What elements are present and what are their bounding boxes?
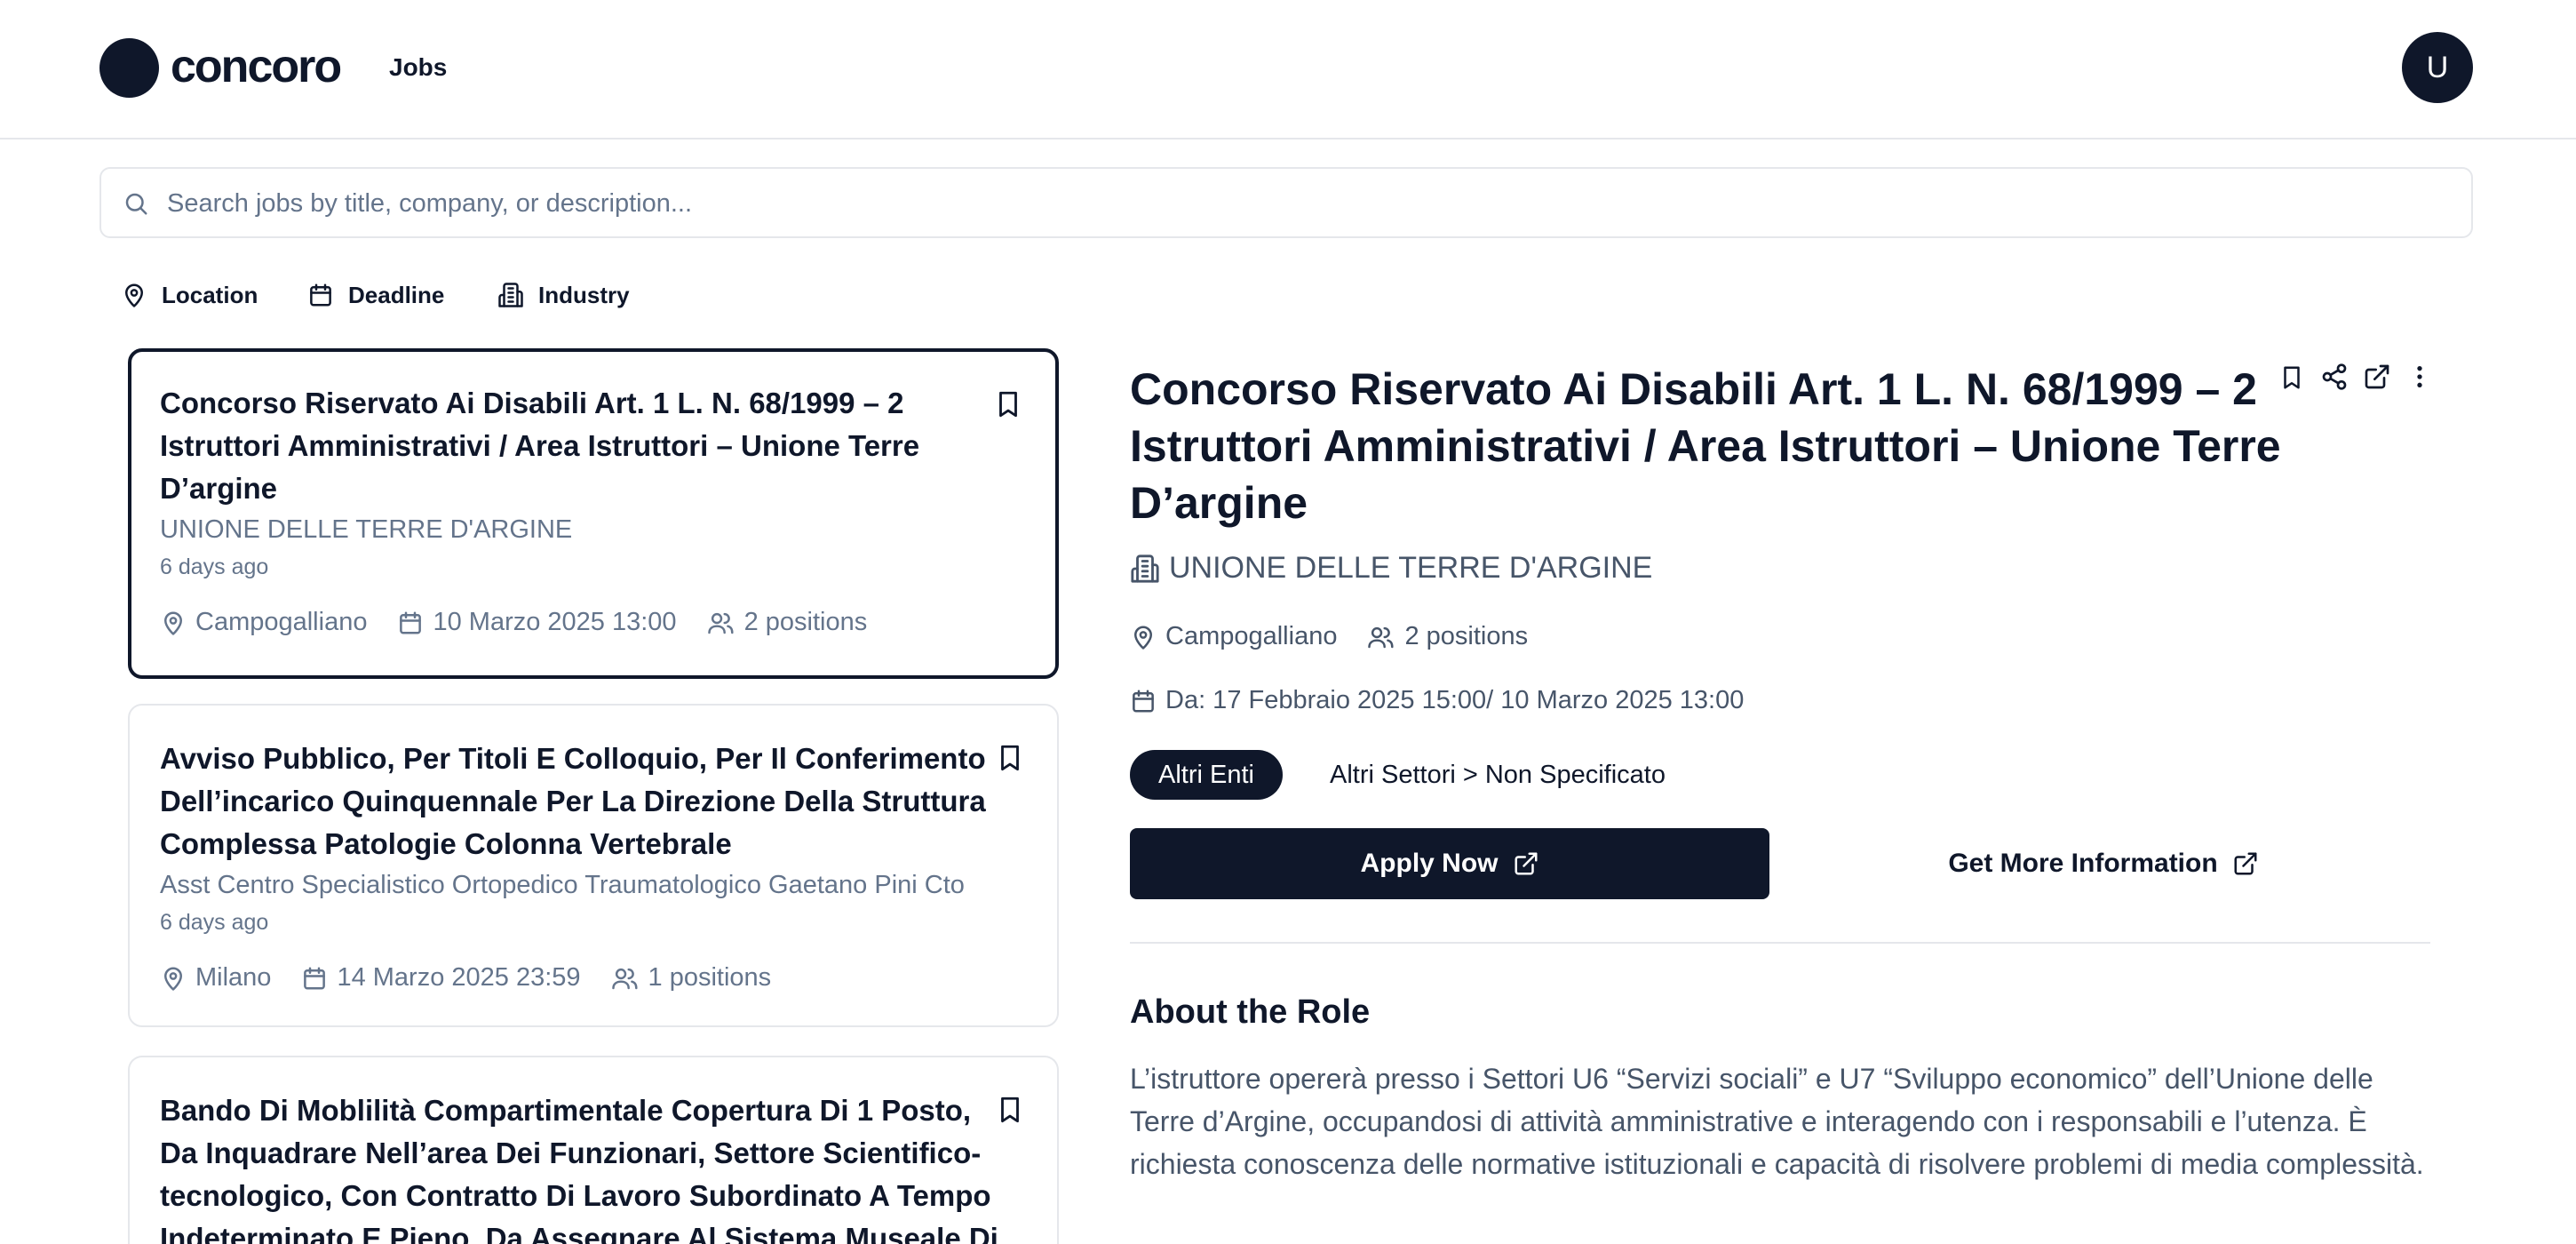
job-detail-location: Campogalliano	[1165, 622, 1338, 650]
external-link-icon	[1515, 852, 1537, 875]
building-icon	[498, 283, 523, 307]
job-card-posted-age: 6 days ago	[160, 910, 269, 935]
user-avatar[interactable]: U	[2402, 32, 2473, 103]
about-role-heading: About the Role	[1130, 993, 1371, 1031]
bookmark-icon	[999, 391, 1017, 418]
job-card-title: Avviso Pubblico, Per Titoli E Colloquio,…	[160, 742, 986, 860]
bookmark-button[interactable]	[993, 387, 1023, 426]
sector-label: Altri Settori > Non Specificato	[1330, 761, 1666, 789]
job-card-title: Bando Di Moblilità Compartimentale Coper…	[160, 1094, 998, 1244]
job-card[interactable]: Bando Di Moblilità Compartimentale Coper…	[128, 1056, 1059, 1244]
users-icon	[707, 612, 734, 634]
external-link-icon	[2365, 364, 2389, 389]
users-icon	[611, 968, 638, 989]
job-detail-actions	[2270, 363, 2441, 393]
job-detail-meta: Campogalliano 2 positions	[1130, 622, 1558, 651]
section-divider	[1130, 942, 2430, 944]
job-card[interactable]: Concorso Riservato Ai Disabili Art. 1 L.…	[128, 348, 1059, 679]
job-detail-positions: 2 positions	[1404, 622, 1529, 650]
get-more-information-label: Get More Information	[1948, 849, 2218, 878]
job-card-location: Milano	[195, 963, 272, 992]
bookmark-button[interactable]	[995, 1093, 1025, 1131]
more-options-button[interactable]	[2398, 363, 2441, 393]
job-card-positions: 2 positions	[743, 608, 868, 636]
job-detail-date-range: Da: 17 Febbraio 2025 15:00/ 10 Marzo 202…	[1165, 686, 1745, 714]
external-link-icon	[2234, 852, 2257, 875]
search-input[interactable]	[167, 181, 2441, 226]
users-icon	[1368, 626, 1395, 648]
apply-now-label: Apply Now	[1360, 849, 1499, 878]
bookmark-icon	[1001, 745, 1019, 771]
job-detail-dates: Da: 17 Febbraio 2025 15:00/ 10 Marzo 202…	[1130, 686, 1774, 715]
job-card-positions: 1 positions	[648, 963, 772, 992]
share-button[interactable]	[2313, 363, 2356, 393]
filter-industry-label: Industry	[538, 281, 630, 308]
top-navbar: concoro Jobs U	[0, 0, 2576, 140]
job-card-deadline: 10 Marzo 2025 13:00	[433, 608, 677, 636]
search-icon	[125, 193, 147, 215]
filter-industry-button[interactable]: Industry	[497, 278, 630, 312]
building-icon	[1131, 554, 1159, 583]
more-vertical-icon	[2417, 366, 2422, 387]
open-external-button[interactable]	[2356, 363, 2398, 393]
job-card-location: Campogalliano	[195, 608, 368, 636]
logo-mark[interactable]	[99, 38, 159, 98]
calendar-icon	[1133, 690, 1154, 712]
bookmark-button[interactable]	[995, 741, 1025, 779]
job-card-company: Asst Centro Specialistico Ortopedico Tra…	[160, 871, 965, 899]
job-detail-company: UNIONE DELLE TERRE D'ARGINE	[1130, 551, 1652, 586]
job-detail-title: Concorso Riservato Ai Disabili Art. 1 L.…	[1130, 364, 2281, 528]
job-card-meta: Campogalliano 10 Marzo 2025 13:00 2 posi…	[160, 608, 1027, 637]
job-card[interactable]: Avviso Pubblico, Per Titoli E Colloquio,…	[128, 704, 1059, 1027]
map-pin-icon	[125, 283, 143, 307]
calendar-icon	[400, 611, 422, 634]
search-bar	[99, 167, 2473, 238]
job-card-title: Concorso Riservato Ai Disabili Art. 1 L.…	[160, 387, 920, 505]
job-card-meta: Milano 14 Marzo 2025 23:59 1 positions	[160, 963, 1027, 993]
bookmark-button[interactable]	[2270, 363, 2313, 393]
bookmark-icon	[1001, 1096, 1019, 1123]
filter-location-label: Location	[162, 281, 258, 308]
filter-location-button[interactable]: Location	[121, 278, 258, 312]
map-pin-icon	[164, 611, 182, 635]
bookmark-icon	[2284, 366, 2300, 389]
map-pin-icon	[164, 967, 182, 991]
job-card-company: UNIONE DELLE TERRE D'ARGINE	[160, 515, 573, 544]
share-icon	[2322, 363, 2347, 390]
job-card-deadline: 14 Marzo 2025 23:59	[337, 963, 581, 992]
job-detail-company-name: UNIONE DELLE TERRE D'ARGINE	[1169, 551, 1653, 585]
filter-deadline-button[interactable]: Deadline	[307, 278, 444, 312]
get-more-information-button[interactable]: Get More Information	[1784, 828, 2423, 899]
about-role-text: L’istruttore opererà presso i Settori U6…	[1130, 1063, 2424, 1180]
category-badge[interactable]: Altri Enti	[1130, 750, 1283, 800]
calendar-icon	[310, 283, 331, 307]
map-pin-icon	[1134, 626, 1152, 650]
filter-deadline-label: Deadline	[348, 281, 445, 308]
job-card-posted-age: 6 days ago	[160, 554, 269, 579]
nav-jobs-link[interactable]: Jobs	[389, 52, 447, 84]
apply-now-button[interactable]: Apply Now	[1130, 828, 1769, 899]
calendar-icon	[304, 967, 326, 989]
logo-text[interactable]: concoro	[171, 36, 342, 98]
